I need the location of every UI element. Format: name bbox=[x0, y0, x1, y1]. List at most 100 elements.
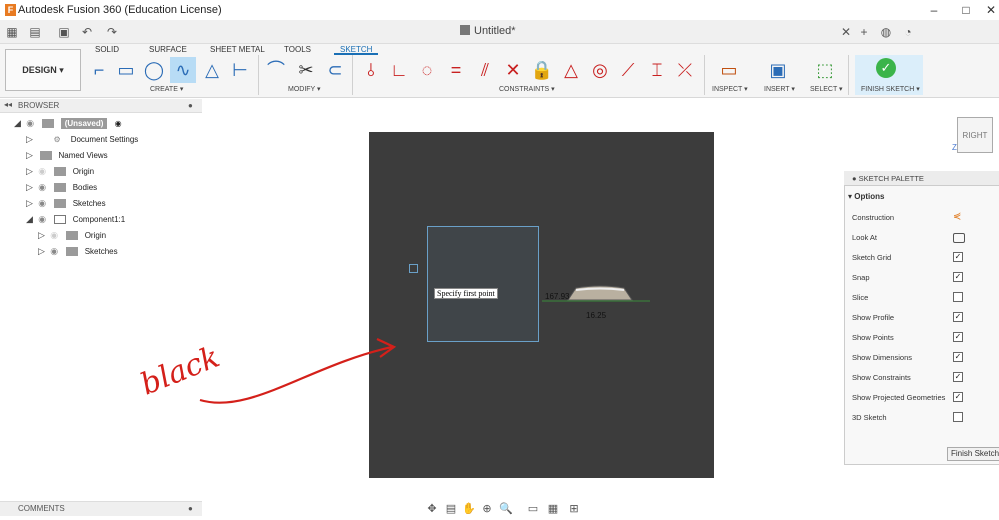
slice-checkbox[interactable] bbox=[953, 292, 963, 302]
line-tool-icon[interactable]: ⌐ bbox=[86, 57, 112, 83]
sketch-grid-checkbox[interactable]: ✓ bbox=[953, 252, 963, 262]
finish-sketch-button[interactable]: Finish Sketch bbox=[947, 447, 999, 461]
show-constraints-checkbox[interactable]: ✓ bbox=[953, 372, 963, 382]
tree-item-sketches[interactable]: ▷ ◉ Sketches bbox=[26, 198, 106, 214]
coincident-constraint-icon[interactable]: ⫰ bbox=[358, 57, 384, 83]
construction-toggle-icon[interactable]: ⋞ bbox=[953, 212, 961, 222]
show-projected-geometries-checkbox[interactable]: ✓ bbox=[953, 392, 963, 402]
minimize-button[interactable]: – bbox=[925, 2, 943, 18]
tangent-constraint-icon[interactable]: ◌ bbox=[414, 57, 440, 83]
sketch-selection-rectangle[interactable] bbox=[427, 226, 539, 342]
show-points-checkbox[interactable]: ✓ bbox=[953, 332, 963, 342]
close-tab-icon[interactable]: ✕ bbox=[838, 24, 854, 40]
expand-triangle-icon[interactable]: ▷ bbox=[26, 198, 34, 209]
perpendicular-constraint-icon[interactable]: ∟ bbox=[386, 57, 412, 83]
look-at-nav-icon[interactable]: ▤ bbox=[443, 502, 459, 516]
tab-tools[interactable]: TOOLS bbox=[284, 45, 311, 55]
3d-sketch-checkbox[interactable] bbox=[953, 412, 963, 422]
smooth-constraint-icon[interactable]: ⤫ bbox=[672, 57, 698, 83]
sketch-point-square[interactable] bbox=[409, 264, 418, 273]
viewcube[interactable]: RIGHT bbox=[957, 117, 993, 153]
collapse-triangle-icon[interactable]: ◢ bbox=[26, 214, 34, 225]
create-group-label[interactable]: CREATE ▾ bbox=[150, 85, 183, 93]
tree-root-unsaved[interactable]: ◢ ◉ (Unsaved) ◉ bbox=[14, 118, 122, 134]
save-icon[interactable]: ▣ bbox=[56, 24, 72, 40]
constraints-group-label[interactable]: CONSTRAINTS ▾ bbox=[499, 85, 555, 93]
maximize-button[interactable]: □ bbox=[957, 2, 975, 18]
visibility-eye-icon[interactable]: ◉ bbox=[36, 214, 48, 225]
undo-icon[interactable]: ↶ bbox=[79, 24, 95, 40]
collapse-browser-icon[interactable]: ◂◂ bbox=[4, 100, 12, 109]
new-tab-icon[interactable]: + bbox=[856, 24, 872, 40]
zoom-window-icon[interactable]: ⊕ bbox=[479, 502, 495, 516]
grid-settings-icon[interactable]: ▦ bbox=[545, 502, 561, 516]
expand-triangle-icon[interactable]: ◢ bbox=[14, 118, 22, 129]
parallel-constraint-icon[interactable]: ⫽ bbox=[472, 57, 498, 83]
expand-triangle-icon[interactable]: ▷ bbox=[26, 166, 34, 177]
show-profile-checkbox[interactable]: ✓ bbox=[953, 312, 963, 322]
hidden-eye-icon[interactable]: ◉ bbox=[48, 230, 60, 241]
redo-icon[interactable]: ↷ bbox=[104, 24, 120, 40]
tree-item-component-origin[interactable]: ▷ ◉ Origin bbox=[38, 230, 106, 246]
job-status-icon[interactable]: ◍ bbox=[878, 24, 894, 40]
insert-group-label[interactable]: INSERT ▾ bbox=[764, 85, 795, 93]
orbit-icon[interactable]: ✥ bbox=[424, 502, 440, 516]
collinear-constraint-icon[interactable]: ✕ bbox=[500, 57, 526, 83]
expand-triangle-icon[interactable]: ▷ bbox=[38, 246, 46, 257]
midpoint-constraint-icon[interactable]: ⟋ bbox=[615, 57, 641, 83]
measure-tool-icon[interactable]: ▭ bbox=[716, 57, 742, 83]
tab-sheet-metal[interactable]: SHEET METAL bbox=[210, 45, 265, 55]
notifications-icon[interactable]: ◔ bbox=[900, 24, 916, 40]
visibility-eye-icon[interactable]: ◉ bbox=[36, 182, 48, 193]
select-tool-icon[interactable]: ⬚ bbox=[812, 57, 838, 83]
browser-pin-icon[interactable]: ● bbox=[188, 101, 193, 110]
dimension-tool-icon[interactable]: ⊢ bbox=[227, 57, 253, 83]
close-window-button[interactable]: ✕ bbox=[982, 2, 999, 18]
comments-add-icon[interactable]: ● bbox=[188, 504, 193, 513]
select-group-label[interactable]: SELECT ▾ bbox=[810, 85, 843, 93]
modify-group-label[interactable]: MODIFY ▾ bbox=[288, 85, 321, 93]
tree-item-origin[interactable]: ▷ ◉ Origin bbox=[26, 166, 94, 182]
tab-sketch[interactable]: SKETCH bbox=[334, 45, 379, 55]
palette-pin-icon[interactable]: ● bbox=[852, 174, 859, 183]
tab-solid[interactable]: SOLID bbox=[95, 45, 119, 55]
sketch-palette-header[interactable]: ● SKETCH PALETTE bbox=[844, 171, 999, 186]
horizontal-vertical-constraint-icon[interactable]: ⌶ bbox=[644, 57, 670, 83]
inspect-group-label[interactable]: INSPECT ▾ bbox=[712, 85, 748, 93]
circle-tool-icon[interactable]: ◯ bbox=[141, 57, 167, 83]
spline-tool-icon[interactable]: ∿ bbox=[170, 57, 196, 83]
file-menu-icon[interactable]: ▤ bbox=[27, 24, 43, 40]
offset-tool-icon[interactable]: ⊂ bbox=[322, 57, 348, 83]
visibility-eye-icon[interactable]: ◉ bbox=[36, 198, 48, 209]
expand-triangle-icon[interactable]: ▷ bbox=[26, 134, 34, 145]
fix-constraint-icon[interactable]: 🔒 bbox=[529, 57, 555, 83]
tree-item-component-sketches[interactable]: ▷ ◉ Sketches bbox=[38, 246, 118, 262]
tree-item-component1[interactable]: ◢ ◉ Component1:1 bbox=[26, 214, 125, 230]
hidden-eye-icon[interactable]: ◉ bbox=[36, 166, 48, 177]
options-section-toggle[interactable]: ▾ Options bbox=[848, 192, 884, 201]
snap-checkbox[interactable]: ✓ bbox=[953, 272, 963, 282]
trim-tool-icon[interactable]: ✂ bbox=[293, 57, 319, 83]
workspace-switcher[interactable]: DESIGN ▾ bbox=[5, 49, 81, 91]
concentric-constraint-icon[interactable]: ◎ bbox=[587, 57, 613, 83]
finish-sketch-check-icon[interactable]: ✓ bbox=[876, 58, 896, 78]
finish-sketch-label[interactable]: FINISH SKETCH ▾ bbox=[861, 85, 920, 93]
display-settings-icon[interactable]: ▭ bbox=[525, 502, 541, 516]
zoom-icon[interactable]: 🔍 bbox=[498, 502, 514, 516]
tree-item-bodies[interactable]: ▷ ◉ Bodies bbox=[26, 182, 97, 198]
show-dimensions-checkbox[interactable]: ✓ bbox=[953, 352, 963, 362]
expand-triangle-icon[interactable]: ▷ bbox=[26, 150, 34, 161]
equal-constraint-icon[interactable]: = bbox=[443, 57, 469, 83]
data-panel-grid-icon[interactable]: ▦ bbox=[4, 24, 20, 40]
viewports-icon[interactable]: ⊞ bbox=[566, 502, 582, 516]
fillet-tool-icon[interactable]: ⌒ bbox=[263, 57, 289, 83]
insert-image-icon[interactable]: ▣ bbox=[765, 57, 791, 83]
pan-hand-icon[interactable]: ✋ bbox=[461, 502, 477, 516]
visibility-eye-icon[interactable]: ◉ bbox=[48, 246, 60, 257]
tab-untitled[interactable]: Untitled* bbox=[460, 25, 516, 37]
visibility-eye-icon[interactable]: ◉ bbox=[24, 118, 36, 129]
symmetry-constraint-icon[interactable]: △ bbox=[558, 57, 584, 83]
mirror-tool-icon[interactable]: △ bbox=[199, 57, 225, 83]
tab-surface[interactable]: SURFACE bbox=[149, 45, 187, 55]
expand-triangle-icon[interactable]: ▷ bbox=[26, 182, 34, 193]
